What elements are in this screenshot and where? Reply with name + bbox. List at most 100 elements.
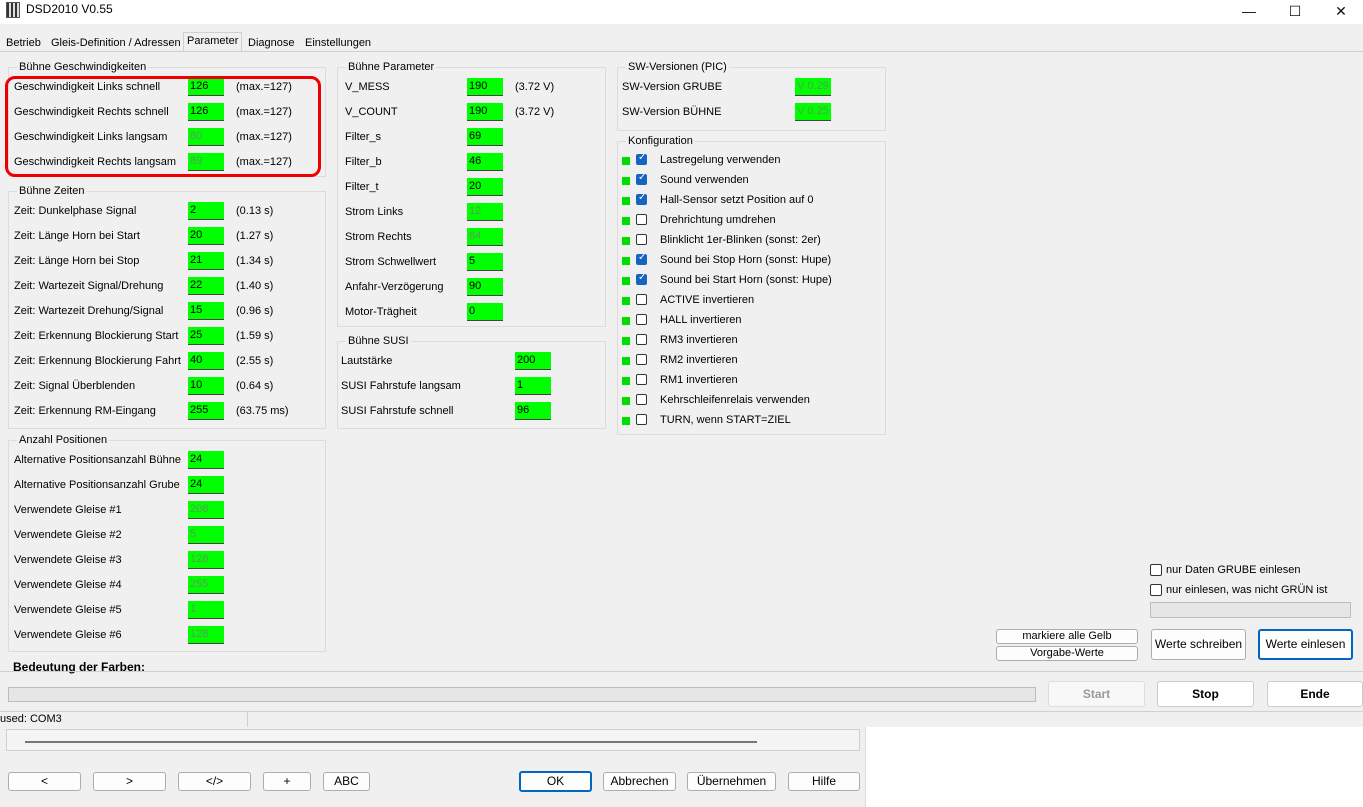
checkbox[interactable]	[636, 272, 647, 285]
close-button[interactable]: ✕	[1318, 0, 1363, 24]
checkbox[interactable]	[636, 374, 647, 385]
read-values-button[interactable]: Werte einlesen	[1258, 629, 1353, 660]
editor-area[interactable]	[6, 729, 860, 751]
time-note: (1.27 s)	[236, 230, 274, 242]
time-row: Zeit: Wartezeit Drehung/Signal 15 (0.96 …	[14, 302, 314, 320]
position-row: Verwendete Gleise #5 1	[14, 601, 314, 619]
param-value[interactable]: 46	[467, 153, 503, 171]
ok-button[interactable]: OK	[519, 771, 592, 792]
param-value[interactable]: 5	[467, 253, 503, 271]
checkbox[interactable]	[636, 234, 647, 245]
config-label: RM1 invertieren	[660, 374, 738, 386]
position-row: Verwendete Gleise #3 128	[14, 551, 314, 569]
position-value[interactable]: 255	[188, 576, 224, 594]
position-value[interactable]: 128	[188, 626, 224, 644]
time-value[interactable]: 21	[188, 252, 224, 270]
stop-button[interactable]: Stop	[1157, 681, 1254, 707]
maximize-button[interactable]: ☐	[1272, 0, 1318, 24]
config-legend: Konfiguration	[626, 135, 695, 147]
time-label: Zeit: Erkennung Blockierung Fahrt	[14, 355, 181, 367]
checkbox[interactable]	[636, 314, 647, 325]
slider-track[interactable]	[25, 741, 757, 743]
plus-button[interactable]: +	[263, 772, 311, 791]
time-value[interactable]: 255	[188, 402, 224, 420]
susi-value[interactable]: 1	[515, 377, 551, 395]
param-label: Filter_t	[345, 181, 379, 193]
param-value[interactable]: 84	[467, 228, 503, 246]
checkbox[interactable]	[636, 414, 647, 425]
time-row: Zeit: Erkennung Blockierung Start 25 (1.…	[14, 327, 314, 345]
susi-row: Lautstärke 200	[341, 352, 601, 370]
time-value[interactable]: 40	[188, 352, 224, 370]
param-value[interactable]: 190	[467, 78, 503, 96]
start-button[interactable]: Start	[1048, 681, 1145, 707]
help-button[interactable]: Hilfe	[788, 772, 860, 791]
param-value[interactable]: 190	[467, 103, 503, 121]
position-value[interactable]: 24	[188, 451, 224, 469]
checkbox[interactable]	[636, 394, 647, 405]
abc-button[interactable]: ABC	[323, 772, 370, 791]
param-label: Filter_s	[345, 131, 382, 143]
checkbox[interactable]	[636, 294, 647, 305]
time-note: (2.55 s)	[236, 355, 274, 367]
param-label: Anfahr-Verzögerung	[345, 281, 444, 293]
param-value[interactable]: 20	[467, 178, 503, 196]
defaults-button[interactable]: Vorgabe-Werte	[996, 646, 1138, 661]
checkbox[interactable]	[636, 354, 647, 365]
time-value[interactable]: 20	[188, 227, 224, 245]
time-row: Zeit: Länge Horn bei Stop 21 (1.34 s)	[14, 252, 314, 270]
config-label: Sound bei Start Horn (sonst: Hupe)	[660, 274, 832, 286]
minimize-button[interactable]: —	[1226, 0, 1272, 24]
param-value[interactable]: 12	[467, 203, 503, 221]
param-value[interactable]: 0	[467, 303, 503, 321]
position-value[interactable]: 24	[188, 476, 224, 494]
code-button[interactable]: </>	[178, 772, 251, 791]
susi-value[interactable]: 96	[515, 402, 551, 420]
param-value[interactable]: 90	[467, 278, 503, 296]
position-label: Verwendete Gleise #4	[14, 579, 122, 591]
status-bar: used: COM3	[0, 711, 1363, 727]
position-label: Verwendete Gleise #2	[14, 529, 122, 541]
time-value[interactable]: 15	[188, 302, 224, 320]
time-value[interactable]: 10	[188, 377, 224, 395]
checkbox[interactable]	[636, 252, 647, 265]
sw-row: SW-Version GRUBE V 0.29	[622, 78, 872, 96]
position-label: Verwendete Gleise #5	[14, 604, 122, 616]
susi-row: SUSI Fahrstufe schnell 96	[341, 402, 601, 420]
time-value[interactable]: 25	[188, 327, 224, 345]
checkbox[interactable]	[636, 152, 647, 165]
position-value[interactable]: 5	[188, 526, 224, 544]
config-label: ACTIVE invertieren	[660, 294, 755, 306]
param-label: Strom Rechts	[345, 231, 412, 243]
write-values-button[interactable]: Werte schreiben	[1151, 629, 1246, 660]
param-note: (3.72 V)	[515, 81, 555, 93]
checkbox[interactable]	[636, 214, 647, 225]
position-value[interactable]: 208	[188, 501, 224, 519]
time-value[interactable]: 22	[188, 277, 224, 295]
time-note: (0.96 s)	[236, 305, 274, 317]
sw-row: SW-Version BÜHNE V 0.25	[622, 103, 872, 121]
tab-parameter[interactable]: Parameter	[183, 32, 243, 52]
position-value[interactable]: 128	[188, 551, 224, 569]
cancel-button[interactable]: Abbrechen	[603, 772, 676, 791]
next-button[interactable]: >	[93, 772, 166, 791]
mark-yellow-button[interactable]: markiere alle Gelb	[996, 629, 1138, 644]
checkbox[interactable]	[636, 172, 647, 185]
position-row: Alternative Positionsanzahl Grube 24	[14, 476, 314, 494]
time-row: Zeit: Erkennung Blockierung Fahrt 40 (2.…	[14, 352, 314, 370]
checkbox[interactable]	[636, 192, 647, 205]
read-grube-only-checkbox[interactable]	[1150, 564, 1162, 576]
position-value[interactable]: 1	[188, 601, 224, 619]
read-not-green-checkbox[interactable]	[1150, 584, 1162, 596]
param-row: Strom Rechts 84	[345, 228, 595, 246]
position-row: Verwendete Gleise #2 5	[14, 526, 314, 544]
param-value[interactable]: 69	[467, 128, 503, 146]
susi-label: SUSI Fahrstufe schnell	[341, 405, 454, 417]
time-value[interactable]: 2	[188, 202, 224, 220]
config-label: Sound verwenden	[660, 174, 749, 186]
prev-button[interactable]: <	[8, 772, 81, 791]
end-button[interactable]: Ende	[1267, 681, 1363, 707]
apply-button[interactable]: Übernehmen	[687, 772, 776, 791]
checkbox[interactable]	[636, 334, 647, 345]
susi-value[interactable]: 200	[515, 352, 551, 370]
